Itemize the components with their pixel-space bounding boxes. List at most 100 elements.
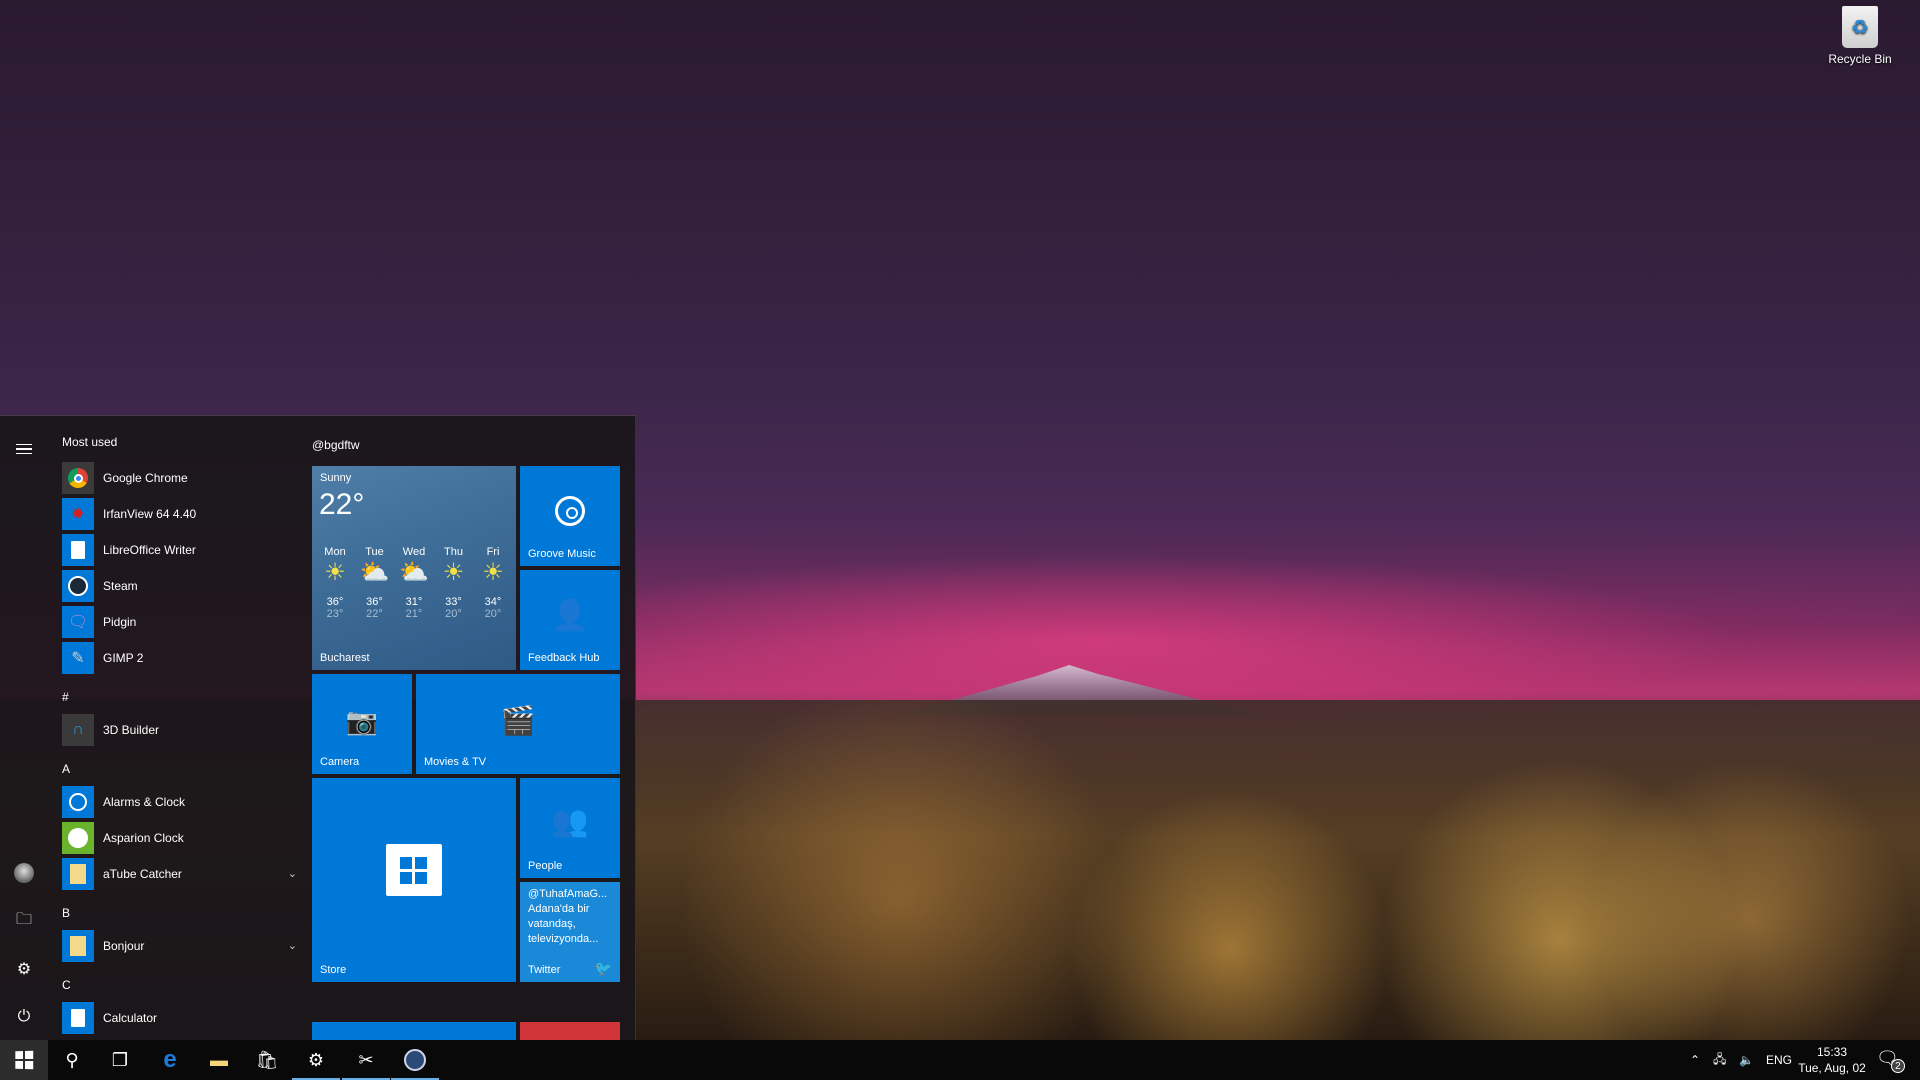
steam-icon <box>404 1049 426 1071</box>
partly-cloudy-icon: ⛅ <box>359 559 390 586</box>
clapperboard-icon: 🎬 <box>500 705 536 736</box>
show-hidden-icons[interactable]: ⌃ <box>1690 1040 1700 1080</box>
3d-builder-icon: ∩ <box>62 714 94 746</box>
gimp-icon: ✎ <box>62 642 94 674</box>
recycle-bin-icon <box>1842 6 1878 48</box>
tile-people[interactable]: 👥 People <box>520 778 620 878</box>
twitter-preview: @TuhafAmaG... Adana'da bir vatandaş, tel… <box>528 888 608 945</box>
hamburger-icon[interactable] <box>12 437 36 461</box>
tile-movies-tv[interactable]: 🎬 Movies & TV <box>416 674 620 774</box>
tile-feedback-hub[interactable]: 👤 Feedback Hub <box>520 570 620 670</box>
tile-partial-blue[interactable] <box>312 1022 516 1040</box>
task-view-icon: ❐ <box>111 1049 129 1070</box>
start-button[interactable] <box>0 1040 48 1080</box>
network-status[interactable]: 🖧 <box>1713 1040 1726 1080</box>
app-list: Most used Google Chrome ✸ IrfanView 64 4… <box>62 416 297 1040</box>
section-header-hash[interactable]: # <box>62 690 69 704</box>
action-center-button[interactable]: 🗨 2 <box>1876 1048 1905 1073</box>
groove-music-icon <box>520 496 620 526</box>
windows-icon <box>15 1050 33 1070</box>
pidgin-icon: 🗨 <box>62 606 94 638</box>
app-pidgin[interactable]: 🗨 Pidgin <box>62 606 297 638</box>
scissors-icon: ✂ <box>358 1049 374 1070</box>
chevron-down-icon[interactable]: ⌄ <box>288 939 297 952</box>
taskbar-steam[interactable] <box>391 1040 439 1080</box>
taskbar-file-explorer[interactable]: ▬ <box>195 1040 243 1080</box>
store-icon: 🛍 <box>255 1049 279 1070</box>
weather-forecast: Mon ☀ 36° 23° Tue ⛅ 36° 22° Wed ⛅ 31° 21… <box>316 546 512 620</box>
tile-store[interactable]: Store <box>312 778 516 982</box>
chevron-down-icon[interactable]: ⌄ <box>288 867 297 880</box>
people-icon: 👥 <box>551 805 589 838</box>
tile-groove-music[interactable]: Groove Music <box>520 466 620 566</box>
tile-camera[interactable]: 📷 Camera <box>312 674 412 774</box>
steam-icon <box>62 570 94 602</box>
desktop-icon-recycle-bin[interactable]: Recycle Bin <box>1814 6 1906 66</box>
power-icon[interactable]: ⏻ <box>12 1005 36 1029</box>
recycle-bin-label: Recycle Bin <box>1828 52 1892 66</box>
irfanview-icon: ✸ <box>62 498 94 530</box>
section-header-b[interactable]: B <box>62 906 70 920</box>
libreoffice-writer-icon <box>62 534 94 566</box>
weather-temperature: 22° <box>319 488 365 521</box>
forecast-day: Fri ☀ 34° 20° <box>474 546 512 620</box>
app-bonjour[interactable]: Bonjour ⌄ <box>62 930 297 962</box>
volume-control[interactable]: 🔈 <box>1739 1040 1754 1080</box>
sun-icon: ☀ <box>324 559 346 586</box>
store-icon <box>312 844 516 896</box>
alarm-clock-icon <box>62 786 94 818</box>
start-rail: 🗀 ⚙ ⏻ <box>0 416 48 1040</box>
weather-location: Bucharest <box>320 652 370 664</box>
sun-icon: ☀ <box>482 559 504 586</box>
notification-count-badge: 2 <box>1890 1059 1905 1073</box>
app-libreoffice-writer[interactable]: LibreOffice Writer <box>62 534 297 566</box>
sun-icon: ☀ <box>442 559 465 586</box>
app-irfanview[interactable]: ✸ IrfanView 64 4.40 <box>62 498 297 530</box>
tile-twitter[interactable]: @TuhafAmaG... Adana'da bir vatandaş, tel… <box>520 882 620 982</box>
calculator-icon <box>62 1002 94 1034</box>
taskbar-settings[interactable]: ⚙ <box>292 1040 340 1080</box>
gear-icon: ⚙ <box>307 1049 325 1070</box>
most-used-header: Most used <box>62 435 118 449</box>
folder-icon <box>62 930 94 962</box>
clock-icon <box>62 822 94 854</box>
chrome-icon <box>62 462 94 494</box>
camera-icon: 📷 <box>345 706 379 736</box>
forecast-day: Tue ⛅ 36° 22° <box>356 546 394 620</box>
taskbar-clock[interactable]: 15:33 Tue, Aug, 02 <box>1796 1044 1868 1076</box>
section-header-a[interactable]: A <box>62 762 70 776</box>
user-avatar[interactable] <box>12 861 36 885</box>
edge-icon: e <box>163 1046 177 1073</box>
language-indicator[interactable]: ENG <box>1766 1040 1792 1080</box>
app-alarms-clock[interactable]: Alarms & Clock <box>62 786 297 818</box>
clock-date: Tue, Aug, 02 <box>1798 1061 1866 1075</box>
taskbar-snipping-tool[interactable]: ✂ <box>342 1040 390 1080</box>
app-steam[interactable]: Steam <box>62 570 297 602</box>
app-3d-builder[interactable]: ∩ 3D Builder <box>62 714 297 746</box>
section-header-c[interactable]: C <box>62 978 71 992</box>
folder-icon <box>62 858 94 890</box>
app-gimp[interactable]: ✎ GIMP 2 <box>62 642 297 674</box>
app-calculator[interactable]: Calculator <box>62 1002 297 1034</box>
gear-icon[interactable]: ⚙ <box>12 957 36 981</box>
start-menu: 🗀 ⚙ ⏻ Most used Google Chrome ✸ IrfanVie… <box>0 415 636 1040</box>
task-view-button[interactable]: ❐ <box>96 1040 144 1080</box>
app-atube-catcher[interactable]: aTube Catcher ⌄ <box>62 858 297 890</box>
app-google-chrome[interactable]: Google Chrome <box>62 462 297 494</box>
tiles-group-header[interactable]: @bgdftw <box>312 438 360 452</box>
search-button[interactable]: ⚲ <box>48 1040 96 1080</box>
forecast-day: Thu ☀ 33° 20° <box>435 546 473 620</box>
forecast-day: Mon ☀ 36° 23° <box>316 546 354 620</box>
tile-weather[interactable]: Sunny 22° Mon ☀ 36° 23° Tue ⛅ 36° 22° We… <box>312 466 516 670</box>
taskbar-store[interactable]: 🛍 <box>243 1040 291 1080</box>
app-asparion-clock[interactable]: Asparion Clock <box>62 822 297 854</box>
network-icon: 🖧 <box>1713 1051 1727 1066</box>
taskbar-edge[interactable]: e <box>146 1040 194 1080</box>
volume-icon: 🔈 <box>1739 1053 1754 1067</box>
feedback-hub-icon: 👤 <box>551 599 589 632</box>
twitter-bird-icon: 🐦 <box>594 960 612 976</box>
chevron-up-icon: ⌃ <box>1690 1053 1701 1067</box>
file-explorer-icon[interactable]: 🗀 <box>12 909 36 933</box>
forecast-day: Wed ⛅ 31° 21° <box>395 546 433 620</box>
tile-partial-red[interactable] <box>520 1022 620 1040</box>
